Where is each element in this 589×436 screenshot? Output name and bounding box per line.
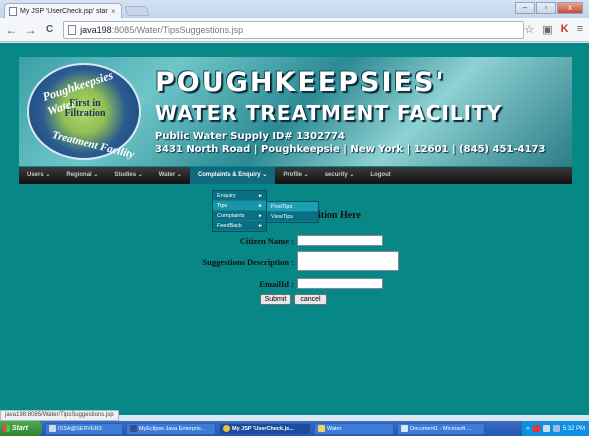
taskbar-item-label: Document1 - Microsoft ... <box>410 425 472 432</box>
window-controls: – ▫ x <box>515 2 583 14</box>
taskbar-item-water[interactable]: Water <box>314 422 394 435</box>
email-id-input[interactable] <box>297 278 383 289</box>
network-icon[interactable] <box>542 425 550 432</box>
header-banner: Poughkeepsies' Water First in Filtration… <box>19 57 572 166</box>
citizen-name-input[interactable] <box>297 235 383 246</box>
menu-water[interactable]: Water ⌄ <box>151 167 190 184</box>
tab-close-icon[interactable]: × <box>111 7 116 16</box>
banner-address: 3431 North Road | Poughkeepsie | New Yor… <box>155 144 546 155</box>
taskbar-item-label: MyEclipse Java Enterpris... <box>139 425 206 432</box>
extension-k-icon[interactable]: K <box>561 23 569 36</box>
system-tray: « 5:32 PM <box>522 421 589 436</box>
tray-app-icon[interactable] <box>532 425 540 432</box>
citizen-name-label: Citizen Name : <box>239 236 294 246</box>
facility-logo: Poughkeepsies' Water First in Filtration… <box>27 63 141 162</box>
forward-arrow-icon[interactable]: → <box>23 23 38 37</box>
new-tab-button[interactable] <box>124 6 150 16</box>
dropdown-item-label: Tips <box>217 203 228 209</box>
extension-icon[interactable]: ▣ <box>542 23 552 36</box>
logo-center-text: First in Filtration <box>64 98 106 119</box>
submenu-arrow-icon: ► <box>258 203 263 209</box>
menu-logout[interactable]: Logout <box>362 167 398 184</box>
menu-studies[interactable]: Studies ⌄ <box>106 167 150 184</box>
cancel-button[interactable]: cancel <box>294 294 327 305</box>
taskbar-item-browser[interactable]: My JSP 'UserCheck.js... <box>219 422 311 435</box>
dropdown-item-label: FeedBack <box>217 223 242 229</box>
word-document-icon <box>401 425 408 432</box>
start-button[interactable]: Start <box>0 421 42 436</box>
chrome-icon <box>223 425 230 432</box>
taskbar-item-label: ISSA@SERVER3 <box>58 425 102 432</box>
browser-titlebar: My JSP 'UserCheck.jsp' starti × – ▫ x <box>0 0 589 18</box>
reload-icon[interactable]: C <box>42 24 57 35</box>
menu-complaints-enquiry[interactable]: Complaints & Enquiry ⌄ <box>189 167 276 184</box>
url-path: :8085/Water/TipsSuggestions.jsp <box>111 24 244 35</box>
menu-icon[interactable]: ≡ <box>577 23 583 36</box>
taskbar-item-myeclipse[interactable]: MyEclipse Java Enterpris... <box>126 422 216 435</box>
submenu-arrow-icon: ► <box>258 223 263 229</box>
dropdown-item-label: Complaints <box>217 213 245 219</box>
menu-security[interactable]: security ⌄ <box>317 167 363 184</box>
myeclipse-icon <box>130 425 137 432</box>
bookmark-star-icon[interactable]: ☆ <box>524 23 534 36</box>
address-bar[interactable]: java198 :8085/Water/TipsSuggestions.jsp <box>63 20 525 39</box>
tips-submenu: PostTips ViewTips <box>266 201 319 223</box>
taskbar-item-issa[interactable]: ISSA@SERVER3 <box>45 422 123 435</box>
toolbar-icons: ☆ ▣ K ≡ <box>524 23 589 36</box>
start-label: Start <box>12 425 28 432</box>
banner-subtitle: WATER TREATMENT FACILITY <box>155 101 503 125</box>
clock[interactable]: 5:32 PM <box>563 426 585 432</box>
logo-ring-bottom-text: Treatment Facility <box>50 128 136 162</box>
taskbar-item-document1[interactable]: Document1 - Microsoft ... <box>397 422 485 435</box>
dropdown-item-tips[interactable]: Tips ► <box>213 201 266 211</box>
dropdown-item-feedback[interactable]: FeedBack ► <box>213 221 266 231</box>
minimize-button[interactable]: – <box>515 2 535 14</box>
submenu-arrow-icon: ► <box>258 193 263 199</box>
page-favicon-icon <box>9 6 17 16</box>
taskbar-item-label: My JSP 'UserCheck.js... <box>232 425 294 432</box>
main-menu: Users ⌄ Regional ⌄ Studies ⌄ Water ⌄ Com… <box>19 167 572 184</box>
dropdown-item-enquiry[interactable]: Enquiry ► <box>213 191 266 201</box>
windows-taskbar: Start ISSA@SERVER3 MyEclipse Java Enterp… <box>0 421 589 436</box>
email-id-label: EmailId : <box>259 279 294 289</box>
banner-supply-id: Public Water Supply ID# 1302774 <box>155 131 345 142</box>
maximize-button[interactable]: ▫ <box>536 2 556 14</box>
close-window-button[interactable]: x <box>557 2 583 14</box>
form-heading: ition Here <box>318 210 361 221</box>
windows-logo-icon <box>3 425 10 432</box>
menu-profile[interactable]: Profile ⌄ <box>275 167 316 184</box>
status-url: java198:8085/Water/TipsSuggestions.jsp <box>0 410 119 421</box>
url-host: java198 <box>80 24 112 35</box>
volume-icon[interactable] <box>552 425 560 432</box>
submenu-item-posttips[interactable]: PostTips <box>267 202 318 212</box>
tab-title: My JSP 'UserCheck.jsp' starti <box>20 7 108 15</box>
tray-expand-icon[interactable]: « <box>526 426 529 432</box>
page-viewport: Poughkeepsies' Water First in Filtration… <box>0 43 589 415</box>
suggestions-description-textarea[interactable] <box>297 251 399 271</box>
back-arrow-icon[interactable]: ← <box>4 23 19 37</box>
dropdown-item-label: Enquiry <box>217 193 236 199</box>
submenu-item-viewtips[interactable]: ViewTips <box>267 212 318 222</box>
suggestions-description-label: Suggestions Description : <box>202 257 294 267</box>
submit-button[interactable]: Submit <box>260 294 291 305</box>
submenu-arrow-icon: ► <box>258 213 263 219</box>
dropdown-item-complaints[interactable]: Complaints ► <box>213 211 266 221</box>
taskbar-item-label: Water <box>327 425 342 432</box>
browser-tab[interactable]: My JSP 'UserCheck.jsp' starti × <box>4 3 122 18</box>
banner-title: POUGHKEEPSIES' <box>155 67 446 98</box>
menu-regional[interactable]: Regional ⌄ <box>58 167 106 184</box>
remote-desktop-icon <box>49 425 56 432</box>
folder-icon <box>318 425 325 432</box>
complaints-dropdown: Enquiry ► Tips ► Complaints ► FeedBack ► <box>212 190 267 232</box>
menu-users[interactable]: Users ⌄ <box>19 167 58 184</box>
browser-toolbar: ← → C java198 :8085/Water/TipsSuggestion… <box>0 18 589 42</box>
page-icon <box>68 24 77 35</box>
